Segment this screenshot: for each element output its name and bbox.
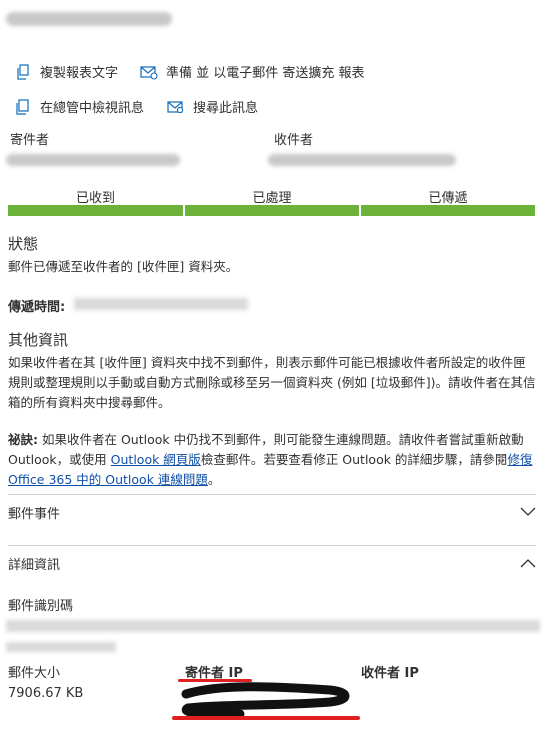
more-info-heading: 其他資訊	[8, 331, 69, 349]
more-info-text: 如果收件者在其 [收件匣] 資料夾中找不到郵件，則表示郵件可能已根據收件者所設定…	[8, 355, 536, 410]
message-events-toggle[interactable]: 郵件事件	[8, 494, 536, 530]
message-events-label: 郵件事件	[8, 506, 61, 522]
prepare-email-button[interactable]: 準備 並 以電子郵件 寄送擴充 報表	[140, 62, 365, 81]
recipient-redacted	[268, 154, 456, 166]
details-toggle[interactable]: 詳細資訊	[8, 545, 536, 581]
tip-text-3: 。	[207, 472, 221, 487]
message-size-value: 7906.67 KB	[8, 686, 84, 701]
message-size-label: 郵件大小	[8, 666, 61, 681]
stage-received-label: 已收到	[75, 191, 115, 206]
recipient-ip-label: 收件者 IP	[361, 666, 419, 681]
details-label: 詳細資訊	[8, 557, 61, 573]
stage-processed-bar	[185, 205, 359, 216]
recipient-label: 收件者	[274, 133, 314, 148]
search-message-button[interactable]: 搜尋此訊息	[167, 97, 258, 116]
tip-text-2: 檢查郵件。若要查看修正 Outlook 的詳細步驟，請參閱	[200, 452, 508, 467]
stage-delivered-bar	[361, 205, 535, 216]
mail-icon	[140, 65, 158, 80]
delivery-time-redacted	[74, 298, 248, 310]
search-mail-icon	[167, 100, 184, 113]
stage-processed-label: 已處理	[252, 191, 292, 206]
copy-report-label: 複製報表文字	[40, 66, 119, 81]
sender-ip-redaction-scribble	[180, 682, 356, 720]
copy-icon	[17, 63, 29, 80]
copy-report-button[interactable]: 複製報表文字	[16, 62, 118, 81]
search-message-label: 搜尋此訊息	[193, 101, 259, 116]
message-id-redacted-2	[6, 642, 116, 652]
view-in-admin-button[interactable]: 在總管中檢視訊息	[16, 97, 144, 116]
chevron-up-icon	[520, 559, 536, 568]
scribble-graphic	[181, 682, 350, 720]
sender-label: 寄件者	[10, 133, 50, 148]
prepare-email-label: 準備 並 以電子郵件 寄送擴充 報表	[166, 66, 365, 81]
sender-redacted	[6, 154, 180, 166]
chevron-down-icon	[520, 507, 536, 516]
outlook-web-link[interactable]: Outlook 網頁版	[111, 452, 201, 467]
stage-delivered-label: 已傳遞	[428, 191, 468, 206]
tip-label: 祕訣:	[8, 432, 38, 447]
sender-ip-underline-2	[172, 716, 360, 720]
page-title-redacted	[6, 12, 172, 26]
status-text: 郵件已傳遞至收件者的 [收件匣] 資料夾。	[8, 259, 239, 274]
view-in-admin-label: 在總管中檢視訊息	[40, 101, 145, 116]
message-id-label: 郵件識別碼	[8, 599, 74, 614]
delivery-time-label: 傳遞時間:	[8, 300, 66, 315]
document-icon	[16, 98, 29, 115]
message-id-redacted	[6, 620, 540, 632]
status-heading: 狀態	[8, 235, 39, 253]
stage-received-bar	[8, 205, 183, 216]
tip-paragraph: 祕訣: 如果收件者在 Outlook 中仍找不到郵件，則可能發生連線問題。請收件…	[8, 430, 536, 490]
